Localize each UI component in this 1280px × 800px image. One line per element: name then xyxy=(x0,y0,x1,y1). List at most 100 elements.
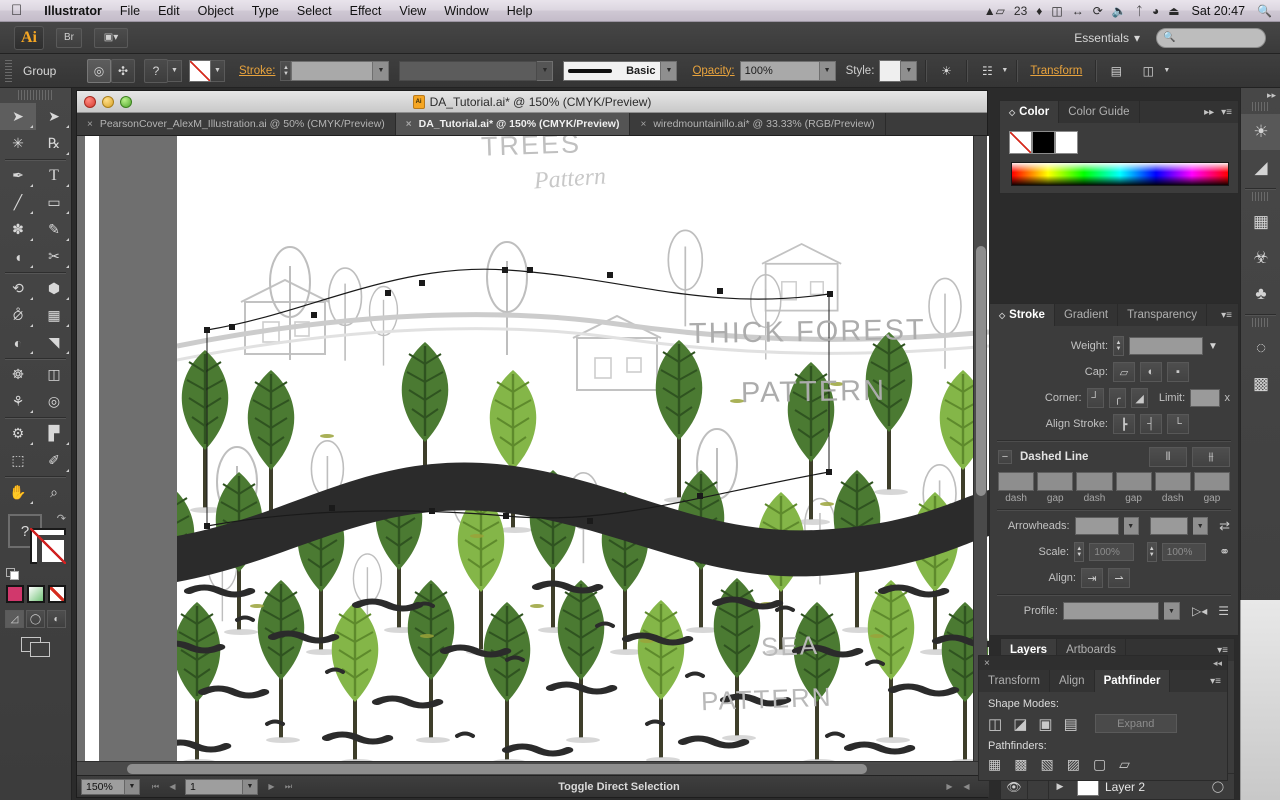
rail-grip-3[interactable] xyxy=(1252,318,1269,327)
target-circle-icon[interactable]: ◯ xyxy=(1212,780,1224,793)
fill-swatch-button[interactable]: ? xyxy=(144,58,168,83)
place-arrow-at-end-button[interactable]: ⇀ xyxy=(1108,568,1130,588)
transform-link[interactable]: Transform xyxy=(1030,65,1082,77)
symbol-sprayer-tool[interactable]: ⚙ xyxy=(0,420,36,447)
selection-tool[interactable]: ➤ xyxy=(0,103,36,130)
weight-stepper[interactable]: ▲ ▼ xyxy=(1113,336,1124,356)
zoom-level-dropdown[interactable]: ▼ xyxy=(125,778,140,795)
brush-definition-dropdown[interactable]: ▼ xyxy=(661,60,678,81)
gap-field-2[interactable] xyxy=(1115,472,1152,491)
last-artboard-button[interactable]: ⏭ xyxy=(280,779,297,795)
menu-edit[interactable]: Edit xyxy=(149,4,189,18)
screen-mode-button[interactable] xyxy=(0,637,71,657)
opacity-field[interactable]: 100% xyxy=(739,60,820,81)
expand-panels-icon[interactable]: ▸▸ xyxy=(1267,90,1276,101)
transform-each-button[interactable]: ✣ xyxy=(111,58,135,83)
paintbrush-tool[interactable]: ✽ xyxy=(0,216,36,243)
tab-align[interactable]: Align xyxy=(1049,670,1095,692)
stroke-weight-dropdown[interactable]: ▼ xyxy=(373,60,390,81)
scroll-thumb[interactable] xyxy=(976,246,986,496)
merge-button[interactable]: ▧ xyxy=(1040,756,1053,773)
close-window-button[interactable] xyxy=(84,96,96,108)
shape-builder-tool[interactable]: ◐ xyxy=(0,329,36,356)
intersect-button[interactable]: ▣ xyxy=(1038,715,1052,733)
close-icon[interactable]: × xyxy=(984,658,990,669)
tab-transform[interactable]: Transform xyxy=(979,670,1050,692)
dash-field-2[interactable] xyxy=(1076,472,1113,491)
none-swatch-button[interactable] xyxy=(47,585,66,603)
default-fill-stroke-icon[interactable] xyxy=(6,568,20,580)
weight-dropdown-icon[interactable]: ▼ xyxy=(1208,341,1218,352)
line-segment-tool[interactable]: ╱ xyxy=(0,189,36,216)
align-stroke-inside-button[interactable]: ┤ xyxy=(1140,414,1162,434)
tab-pathfinder[interactable]: Pathfinder xyxy=(1094,670,1171,692)
round-join-button[interactable]: ╭ xyxy=(1108,388,1127,408)
free-transform-tool[interactable]: ▦ xyxy=(36,302,72,329)
flip-along-icon[interactable]: ▷◂ xyxy=(1192,604,1207,618)
symbols-icon[interactable]: ▦ xyxy=(1241,204,1280,240)
stroke-dropdown-arrow[interactable]: ▼ xyxy=(211,59,225,82)
slice-tool[interactable]: ✐ xyxy=(36,447,72,474)
menu-help[interactable]: Help xyxy=(498,4,542,18)
tab-wiredmountainillo[interactable]: × wiredmountainillo.ai* @ 33.33% (RGB/Pr… xyxy=(630,113,886,135)
arrowhead-end-dropdown[interactable]: ▼ xyxy=(1193,517,1209,535)
panel-menu-icon[interactable]: ▾≡ xyxy=(1221,310,1232,321)
control-bar-grip[interactable] xyxy=(5,59,12,82)
tab-gradient[interactable]: Gradient xyxy=(1054,304,1119,326)
stroke-weight-label[interactable]: Stroke: xyxy=(239,65,275,77)
fill-none-swatch[interactable] xyxy=(1009,131,1032,154)
artboard[interactable]: TREES Pattern THICK FOREST PATTERN SEA P… xyxy=(177,136,989,781)
workspace-switcher-label[interactable]: Essentials xyxy=(1074,31,1129,45)
hand-tool[interactable]: ✋ xyxy=(0,479,36,506)
link-scales-icon[interactable]: ⚭ xyxy=(1219,544,1230,560)
select-similar-objects-icon[interactable]: ☷ xyxy=(975,59,999,83)
white-swatch[interactable] xyxy=(1055,131,1078,154)
document-title-bar[interactable]: DA_Tutorial.ai* @ 150% (CMYK/Preview) xyxy=(77,91,987,113)
rail-grip-2[interactable] xyxy=(1252,192,1269,201)
outline-button[interactable]: ▢ xyxy=(1093,756,1106,773)
appearance-icon[interactable]: ◌ xyxy=(1241,330,1280,366)
scale-end-stepper[interactable]: ▲ ▼ xyxy=(1146,542,1157,562)
menu-view[interactable]: View xyxy=(390,4,435,18)
apple-logo[interactable]:  xyxy=(11,3,22,18)
stroke-swatch-button[interactable] xyxy=(189,59,211,82)
scale-tool[interactable]: ⬢ xyxy=(36,275,72,302)
trim-button[interactable]: ▩ xyxy=(1014,756,1027,773)
collapse-panel-icon[interactable]: ▸▸ xyxy=(1204,107,1214,118)
minus-front-button[interactable]: ◪ xyxy=(1013,715,1027,733)
panel-menu-icon[interactable]: ▾≡ xyxy=(1221,107,1232,118)
layers-compact-icon[interactable]: ▩ xyxy=(1241,366,1280,402)
scale-start-stepper[interactable]: ▲ ▼ xyxy=(1074,542,1085,562)
type-tool[interactable]: T xyxy=(36,162,72,189)
stroke-weight-field[interactable] xyxy=(291,60,374,81)
direct-selection-tool[interactable]: ➤ xyxy=(36,103,72,130)
menu-app-name[interactable]: Illustrator xyxy=(35,4,111,18)
flip-across-icon[interactable]: ☰ xyxy=(1218,604,1229,618)
close-icon[interactable]: × xyxy=(640,119,646,130)
recolor-artwork-icon[interactable]: ☀ xyxy=(934,59,958,83)
menu-select[interactable]: Select xyxy=(288,4,341,18)
artboard-number-dropdown[interactable]: ▼ xyxy=(243,778,258,795)
spotlight-search-icon[interactable]: 🔍 xyxy=(1257,4,1272,18)
magic-wand-tool[interactable]: ✳ xyxy=(0,130,36,157)
panel-menu-icon[interactable]: ▾≡ xyxy=(1210,676,1221,687)
swap-arrowheads-icon[interactable]: ⇄ xyxy=(1219,518,1230,534)
zoom-level-field[interactable]: 150% xyxy=(81,778,125,795)
align-to-selection-button[interactable]: ◎ xyxy=(87,58,111,83)
divide-button[interactable]: ▦ xyxy=(988,756,1001,773)
close-icon[interactable]: × xyxy=(87,119,93,130)
color-swatch-button[interactable] xyxy=(5,585,24,603)
swatches-icon[interactable]: ☀ xyxy=(1241,114,1280,150)
dash-field-1[interactable] xyxy=(998,472,1035,491)
unite-button[interactable]: ◫ xyxy=(988,715,1002,733)
graphic-styles-icon[interactable]: ♣ xyxy=(1241,276,1280,312)
swap-fill-stroke-icon[interactable]: ↷ xyxy=(57,512,66,525)
scroll-thumb[interactable] xyxy=(127,764,867,774)
width-tool[interactable]: ⦲ xyxy=(0,302,36,329)
eye-icon[interactable]: 👁 xyxy=(1001,780,1027,794)
graphic-style-dropdown[interactable]: ▼ xyxy=(901,60,918,81)
opacity-label[interactable]: Opacity: xyxy=(692,65,734,77)
panel-menu-icon[interactable]: ▾≡ xyxy=(1217,645,1228,656)
eyedropper-tool[interactable]: ⚘ xyxy=(0,388,36,415)
menu-file[interactable]: File xyxy=(111,4,149,18)
